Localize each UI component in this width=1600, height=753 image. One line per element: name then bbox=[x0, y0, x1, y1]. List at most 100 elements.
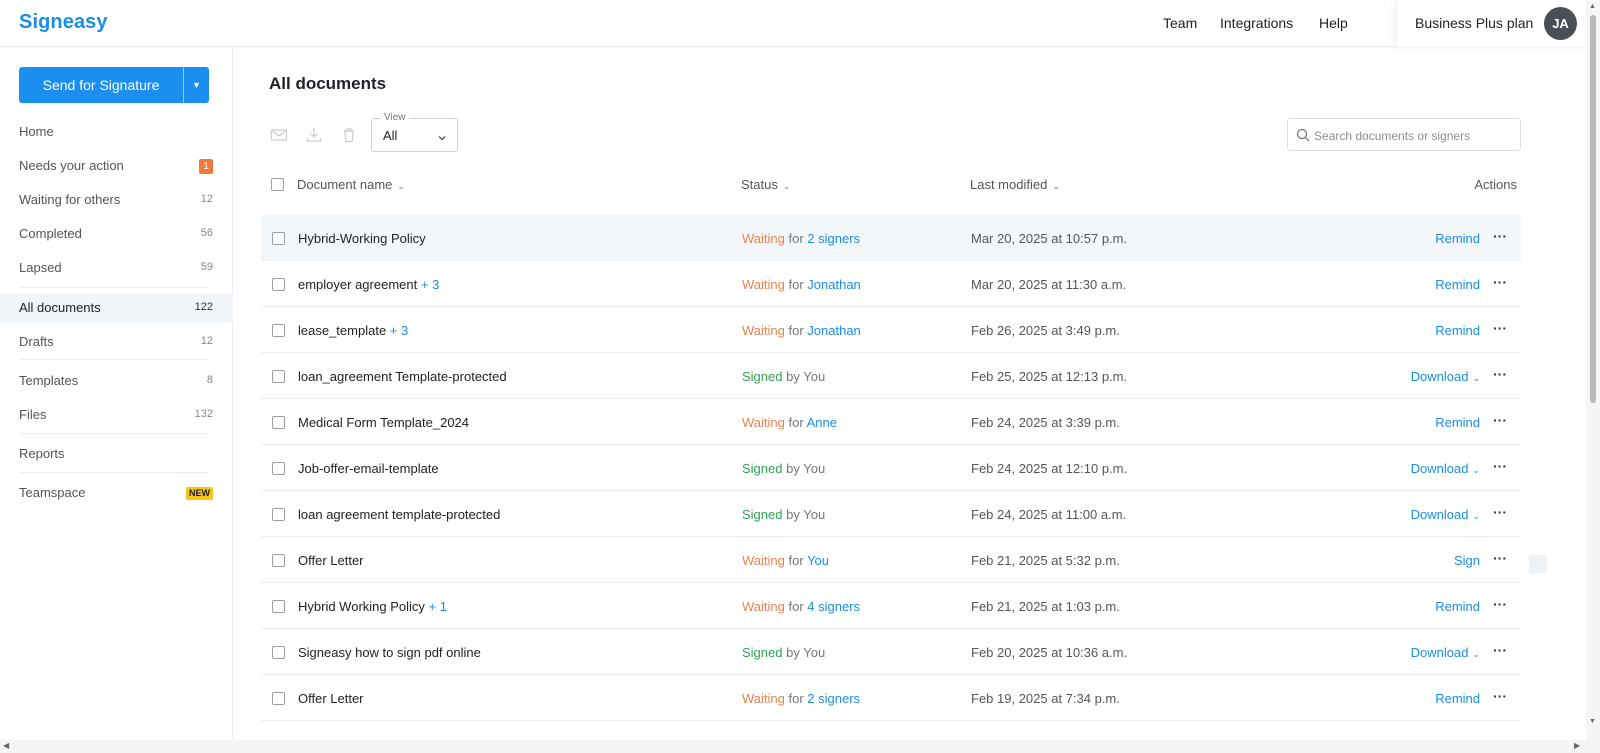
document-name[interactable]: Signeasy how to sign pdf online bbox=[298, 645, 481, 660]
table-row[interactable]: loan_agreement Template-protected Signed … bbox=[261, 353, 1521, 399]
feedback-widget-icon[interactable] bbox=[1529, 555, 1547, 573]
vertical-scrollbar[interactable]: ▲ ▼ bbox=[1586, 0, 1600, 740]
download-icon[interactable] bbox=[305, 126, 323, 144]
more-options-icon[interactable]: ··· bbox=[1493, 688, 1507, 704]
sidebar-item-templates[interactable]: Templates 8 bbox=[0, 366, 233, 396]
row-checkbox[interactable] bbox=[272, 692, 285, 705]
document-name[interactable]: Offer Letter bbox=[298, 691, 364, 706]
remind-action-button[interactable]: Remind bbox=[1435, 599, 1480, 614]
document-name[interactable]: Offer Letter bbox=[298, 553, 364, 568]
more-options-icon[interactable]: ··· bbox=[1493, 550, 1507, 566]
sidebar-item-drafts[interactable]: Drafts 12 bbox=[0, 327, 233, 357]
download-action-button[interactable]: Download ⌄ bbox=[1411, 507, 1480, 522]
row-checkbox[interactable] bbox=[272, 324, 285, 337]
select-all-checkbox[interactable] bbox=[271, 178, 284, 191]
scroll-thumb[interactable] bbox=[1590, 15, 1596, 403]
email-icon[interactable] bbox=[270, 126, 288, 144]
row-checkbox[interactable] bbox=[272, 600, 285, 613]
remind-action-button[interactable]: Remind bbox=[1435, 691, 1480, 706]
table-row[interactable]: loan agreement template-protected Signed … bbox=[261, 491, 1521, 537]
trash-icon[interactable] bbox=[340, 126, 358, 144]
scroll-up-icon[interactable]: ▲ bbox=[1589, 3, 1596, 10]
send-options-dropdown[interactable]: ▼ bbox=[183, 67, 209, 103]
more-options-icon[interactable]: ··· bbox=[1493, 412, 1507, 428]
column-header-document-name[interactable]: Document name ⌄ bbox=[297, 177, 405, 192]
horizontal-scrollbar[interactable]: ◀ ▶ bbox=[0, 740, 1600, 753]
status-party[interactable]: Jonathan bbox=[807, 323, 861, 338]
sign-action-button[interactable]: Sign bbox=[1454, 553, 1480, 568]
table-row[interactable]: Signeasy how to sign pdf online Signed by… bbox=[261, 629, 1521, 675]
row-checkbox[interactable] bbox=[272, 646, 285, 659]
more-options-icon[interactable]: ··· bbox=[1493, 274, 1507, 290]
avatar[interactable]: JA bbox=[1544, 7, 1577, 40]
row-checkbox[interactable] bbox=[272, 232, 285, 245]
download-action-button[interactable]: Download ⌄ bbox=[1411, 645, 1480, 660]
status-party[interactable]: Anne bbox=[807, 415, 837, 430]
row-checkbox[interactable] bbox=[272, 416, 285, 429]
scroll-down-icon[interactable]: ▼ bbox=[1589, 718, 1596, 725]
row-checkbox[interactable] bbox=[272, 462, 285, 475]
download-action-button[interactable]: Download ⌄ bbox=[1411, 369, 1480, 384]
search-input[interactable]: Search documents or signers bbox=[1287, 118, 1521, 151]
row-checkbox[interactable] bbox=[272, 370, 285, 383]
table-row[interactable]: Hybrid-Working Policy Waiting for 2 signe… bbox=[261, 215, 1521, 261]
column-header-last-modified[interactable]: Last modified ⌄ bbox=[970, 177, 1060, 192]
document-name[interactable]: Hybrid-Working Policy bbox=[298, 231, 426, 246]
remind-action-button[interactable]: Remind bbox=[1435, 415, 1480, 430]
more-options-icon[interactable]: ··· bbox=[1493, 596, 1507, 612]
scroll-right-icon[interactable]: ▶ bbox=[1574, 741, 1580, 750]
table-row[interactable]: Medical Form Template_2024 Waiting for An… bbox=[261, 399, 1521, 445]
document-name[interactable]: Medical Form Template_2024 bbox=[298, 415, 469, 430]
status-party[interactable]: 2 signers bbox=[807, 231, 860, 246]
more-options-icon[interactable]: ··· bbox=[1493, 320, 1507, 336]
table-row[interactable]: Hybrid Working Policy + 1 Waiting for 4 s… bbox=[261, 583, 1521, 629]
table-row[interactable]: lease_template + 3 Waiting for Jonathan Fe… bbox=[261, 307, 1521, 353]
scroll-left-icon[interactable]: ◀ bbox=[3, 741, 9, 750]
sidebar-item-files[interactable]: Files 132 bbox=[0, 400, 233, 430]
table-row[interactable]: Job-offer-email-template Signed by You Feb… bbox=[261, 445, 1521, 491]
remind-action-button[interactable]: Remind bbox=[1435, 323, 1480, 338]
account-menu[interactable]: Business Plus plan JA bbox=[1398, 0, 1585, 47]
document-name[interactable]: Job-offer-email-template bbox=[298, 461, 439, 476]
more-options-icon[interactable]: ··· bbox=[1493, 228, 1507, 244]
row-checkbox[interactable] bbox=[272, 278, 285, 291]
additional-files-count[interactable]: + 3 bbox=[390, 323, 408, 338]
status-party[interactable]: 4 signers bbox=[807, 599, 860, 614]
additional-files-count[interactable]: + 3 bbox=[421, 277, 439, 292]
status-party[interactable]: 2 signers bbox=[807, 691, 860, 706]
sidebar-item-all-documents[interactable]: All documents 122 bbox=[0, 293, 233, 323]
more-options-icon[interactable]: ··· bbox=[1493, 458, 1507, 474]
column-header-status[interactable]: Status ⌄ bbox=[741, 177, 790, 192]
table-row[interactable]: employer agreement + 3 Waiting for Jonath… bbox=[261, 261, 1521, 307]
app-logo[interactable]: Signeasy bbox=[19, 11, 108, 34]
sidebar-item-completed[interactable]: Completed 56 bbox=[0, 219, 233, 249]
row-checkbox[interactable] bbox=[272, 554, 285, 567]
more-options-icon[interactable]: ··· bbox=[1493, 642, 1507, 658]
status-party[interactable]: You bbox=[807, 553, 829, 568]
nav-integrations[interactable]: Integrations bbox=[1220, 15, 1293, 31]
status-party[interactable]: Jonathan bbox=[807, 277, 861, 292]
document-name[interactable]: lease_template + 3 bbox=[298, 323, 408, 338]
remind-action-button[interactable]: Remind bbox=[1435, 231, 1480, 246]
sidebar-item-waiting-for-others[interactable]: Waiting for others 12 bbox=[0, 185, 233, 215]
document-name[interactable]: loan_agreement Template-protected bbox=[298, 369, 507, 384]
nav-help[interactable]: Help bbox=[1319, 15, 1348, 31]
table-row[interactable]: Offer Letter Waiting for You Feb 21, 2025 … bbox=[261, 537, 1521, 583]
document-name[interactable]: loan agreement template-protected bbox=[298, 507, 500, 522]
view-filter-select[interactable]: View All bbox=[371, 112, 458, 152]
row-checkbox[interactable] bbox=[272, 508, 285, 521]
document-name[interactable]: employer agreement + 3 bbox=[298, 277, 439, 292]
send-for-signature-label[interactable]: Send for Signature bbox=[19, 67, 183, 103]
send-for-signature-button[interactable]: Send for Signature ▼ bbox=[19, 67, 209, 103]
nav-team[interactable]: Team bbox=[1163, 15, 1197, 31]
additional-files-count[interactable]: + 1 bbox=[429, 599, 447, 614]
document-name[interactable]: Hybrid Working Policy + 1 bbox=[298, 599, 447, 614]
table-row[interactable]: Offer Letter Waiting for 2 signers Feb 19,… bbox=[261, 675, 1521, 721]
sidebar-item-teamspace[interactable]: Teamspace NEW bbox=[0, 478, 233, 508]
more-options-icon[interactable]: ··· bbox=[1493, 504, 1507, 520]
more-options-icon[interactable]: ··· bbox=[1493, 366, 1507, 382]
sidebar-item-needs-your-action[interactable]: Needs your action 1 bbox=[0, 151, 233, 181]
sidebar-item-home[interactable]: Home bbox=[0, 117, 233, 147]
remind-action-button[interactable]: Remind bbox=[1435, 277, 1480, 292]
sidebar-item-reports[interactable]: Reports bbox=[0, 439, 233, 469]
